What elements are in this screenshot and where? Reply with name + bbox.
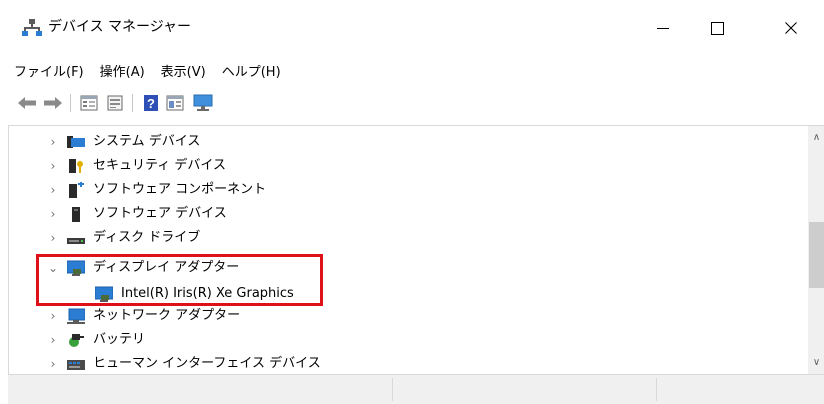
tree-item-system-devices[interactable]: › システム デバイス (9, 130, 804, 154)
disk-drive-icon (67, 238, 85, 244)
view-button[interactable] (164, 92, 186, 114)
toolbar: ? (0, 88, 824, 118)
display-adapter-icon (95, 286, 113, 302)
scan-hardware-button[interactable] (192, 92, 214, 114)
svg-text:?: ? (147, 96, 155, 111)
system-devices-icon (67, 136, 85, 148)
chevron-right-icon[interactable]: › (46, 230, 60, 246)
view-icon (166, 95, 184, 111)
software-components-icon (69, 182, 84, 198)
tree-item-label: Intel(R) Iris(R) Xe Graphics (121, 286, 294, 301)
properties-button[interactable] (78, 92, 100, 114)
status-bar (8, 374, 824, 404)
tree-item-security-devices[interactable]: › セキュリティ デバイス (9, 154, 804, 178)
chevron-right-icon[interactable]: › (46, 158, 60, 174)
window-title: デバイス マネージャー (48, 19, 192, 35)
tree-item-intel-iris-xe-graphics[interactable]: Intel(R) Iris(R) Xe Graphics (9, 282, 804, 306)
maximize-icon (710, 21, 724, 35)
tree-item-label: バッテリ (93, 332, 146, 347)
back-button[interactable] (16, 92, 38, 114)
status-divider (392, 378, 393, 401)
tree-item-label: ヒューマン インターフェイス デバイス (93, 356, 321, 371)
close-button[interactable] (768, 0, 814, 56)
chevron-right-icon[interactable]: › (46, 308, 60, 324)
display-adapter-icon (67, 260, 85, 276)
tree-item-label: セキュリティ デバイス (93, 158, 226, 173)
device-manager-window: デバイス マネージャー ファイル(F) 操作(A) 表示(V) ヘルプ(H) ?… (0, 0, 824, 404)
tree-item-network-adapters[interactable]: › ネットワーク アダプター (9, 304, 804, 328)
help-icon: ? (144, 95, 158, 111)
scroll-down-arrow-icon[interactable]: ∨ (808, 355, 824, 371)
menu-file[interactable]: ファイル(F) (0, 62, 92, 84)
hid-icon (67, 360, 85, 370)
chevron-right-icon[interactable]: › (46, 206, 60, 222)
tree-item-display-adapters[interactable]: ⌄ ディスプレイ アダプター (9, 256, 804, 280)
tree-item-batteries[interactable]: › バッテリ (9, 328, 804, 352)
scrollbar-thumb[interactable] (809, 222, 824, 288)
chevron-right-icon[interactable]: › (46, 332, 60, 348)
device-tree[interactable]: › システム デバイス › セキュリティ デバイス › ソフトウェア コンポーネ… (8, 125, 824, 375)
status-divider (656, 378, 657, 401)
tree-item-software-devices[interactable]: › ソフトウェア デバイス (9, 202, 804, 226)
menu-bar: ファイル(F) 操作(A) 表示(V) ヘルプ(H) (0, 62, 289, 84)
chevron-right-icon[interactable]: › (46, 134, 60, 150)
tree-item-label: ディスク ドライブ (93, 230, 201, 245)
network-adapter-icon (67, 308, 85, 324)
toolbar-separator (70, 94, 71, 112)
menu-action[interactable]: 操作(A) (92, 62, 153, 84)
tree-item-label: ディスプレイ アダプター (93, 260, 240, 275)
back-arrow-icon (18, 97, 36, 109)
close-icon (785, 22, 797, 34)
toolbar-separator (132, 94, 133, 112)
tree-item-disk-drives[interactable]: › ディスク ドライブ (9, 226, 804, 250)
forward-button[interactable] (42, 92, 64, 114)
battery-icon (69, 334, 84, 347)
properties-icon (80, 95, 98, 111)
chevron-right-icon[interactable]: › (46, 182, 60, 198)
tree-item-human-interface-devices[interactable]: › ヒューマン インターフェイス デバイス (9, 352, 804, 375)
minimize-button[interactable] (640, 0, 686, 56)
title-bar: デバイス マネージャー (0, 0, 824, 56)
scroll-up-arrow-icon[interactable]: ∧ (808, 130, 824, 146)
help-button[interactable]: ? (140, 92, 162, 114)
device-manager-icon (22, 19, 42, 36)
update-driver-button[interactable] (104, 92, 126, 114)
vertical-scrollbar[interactable]: ∧ ∨ (808, 126, 824, 375)
menu-view[interactable]: 表示(V) (153, 62, 214, 84)
forward-arrow-icon (44, 97, 62, 109)
menu-help[interactable]: ヘルプ(H) (214, 62, 289, 84)
chevron-right-icon[interactable]: › (46, 356, 60, 372)
tree-item-label: ネットワーク アダプター (93, 308, 241, 323)
software-devices-icon (72, 207, 80, 222)
maximize-button[interactable] (694, 0, 740, 56)
tree-item-label: ソフトウェア コンポーネント (93, 182, 267, 197)
scan-hardware-icon (193, 94, 213, 111)
update-driver-icon (107, 95, 123, 111)
chevron-down-icon[interactable]: ⌄ (46, 260, 60, 276)
tree-item-software-components[interactable]: › ソフトウェア コンポーネント (9, 178, 804, 202)
tree-item-label: システム デバイス (93, 134, 201, 149)
minimize-icon (657, 27, 669, 29)
tree-item-label: ソフトウェア デバイス (93, 206, 227, 221)
security-devices-icon (69, 159, 83, 173)
